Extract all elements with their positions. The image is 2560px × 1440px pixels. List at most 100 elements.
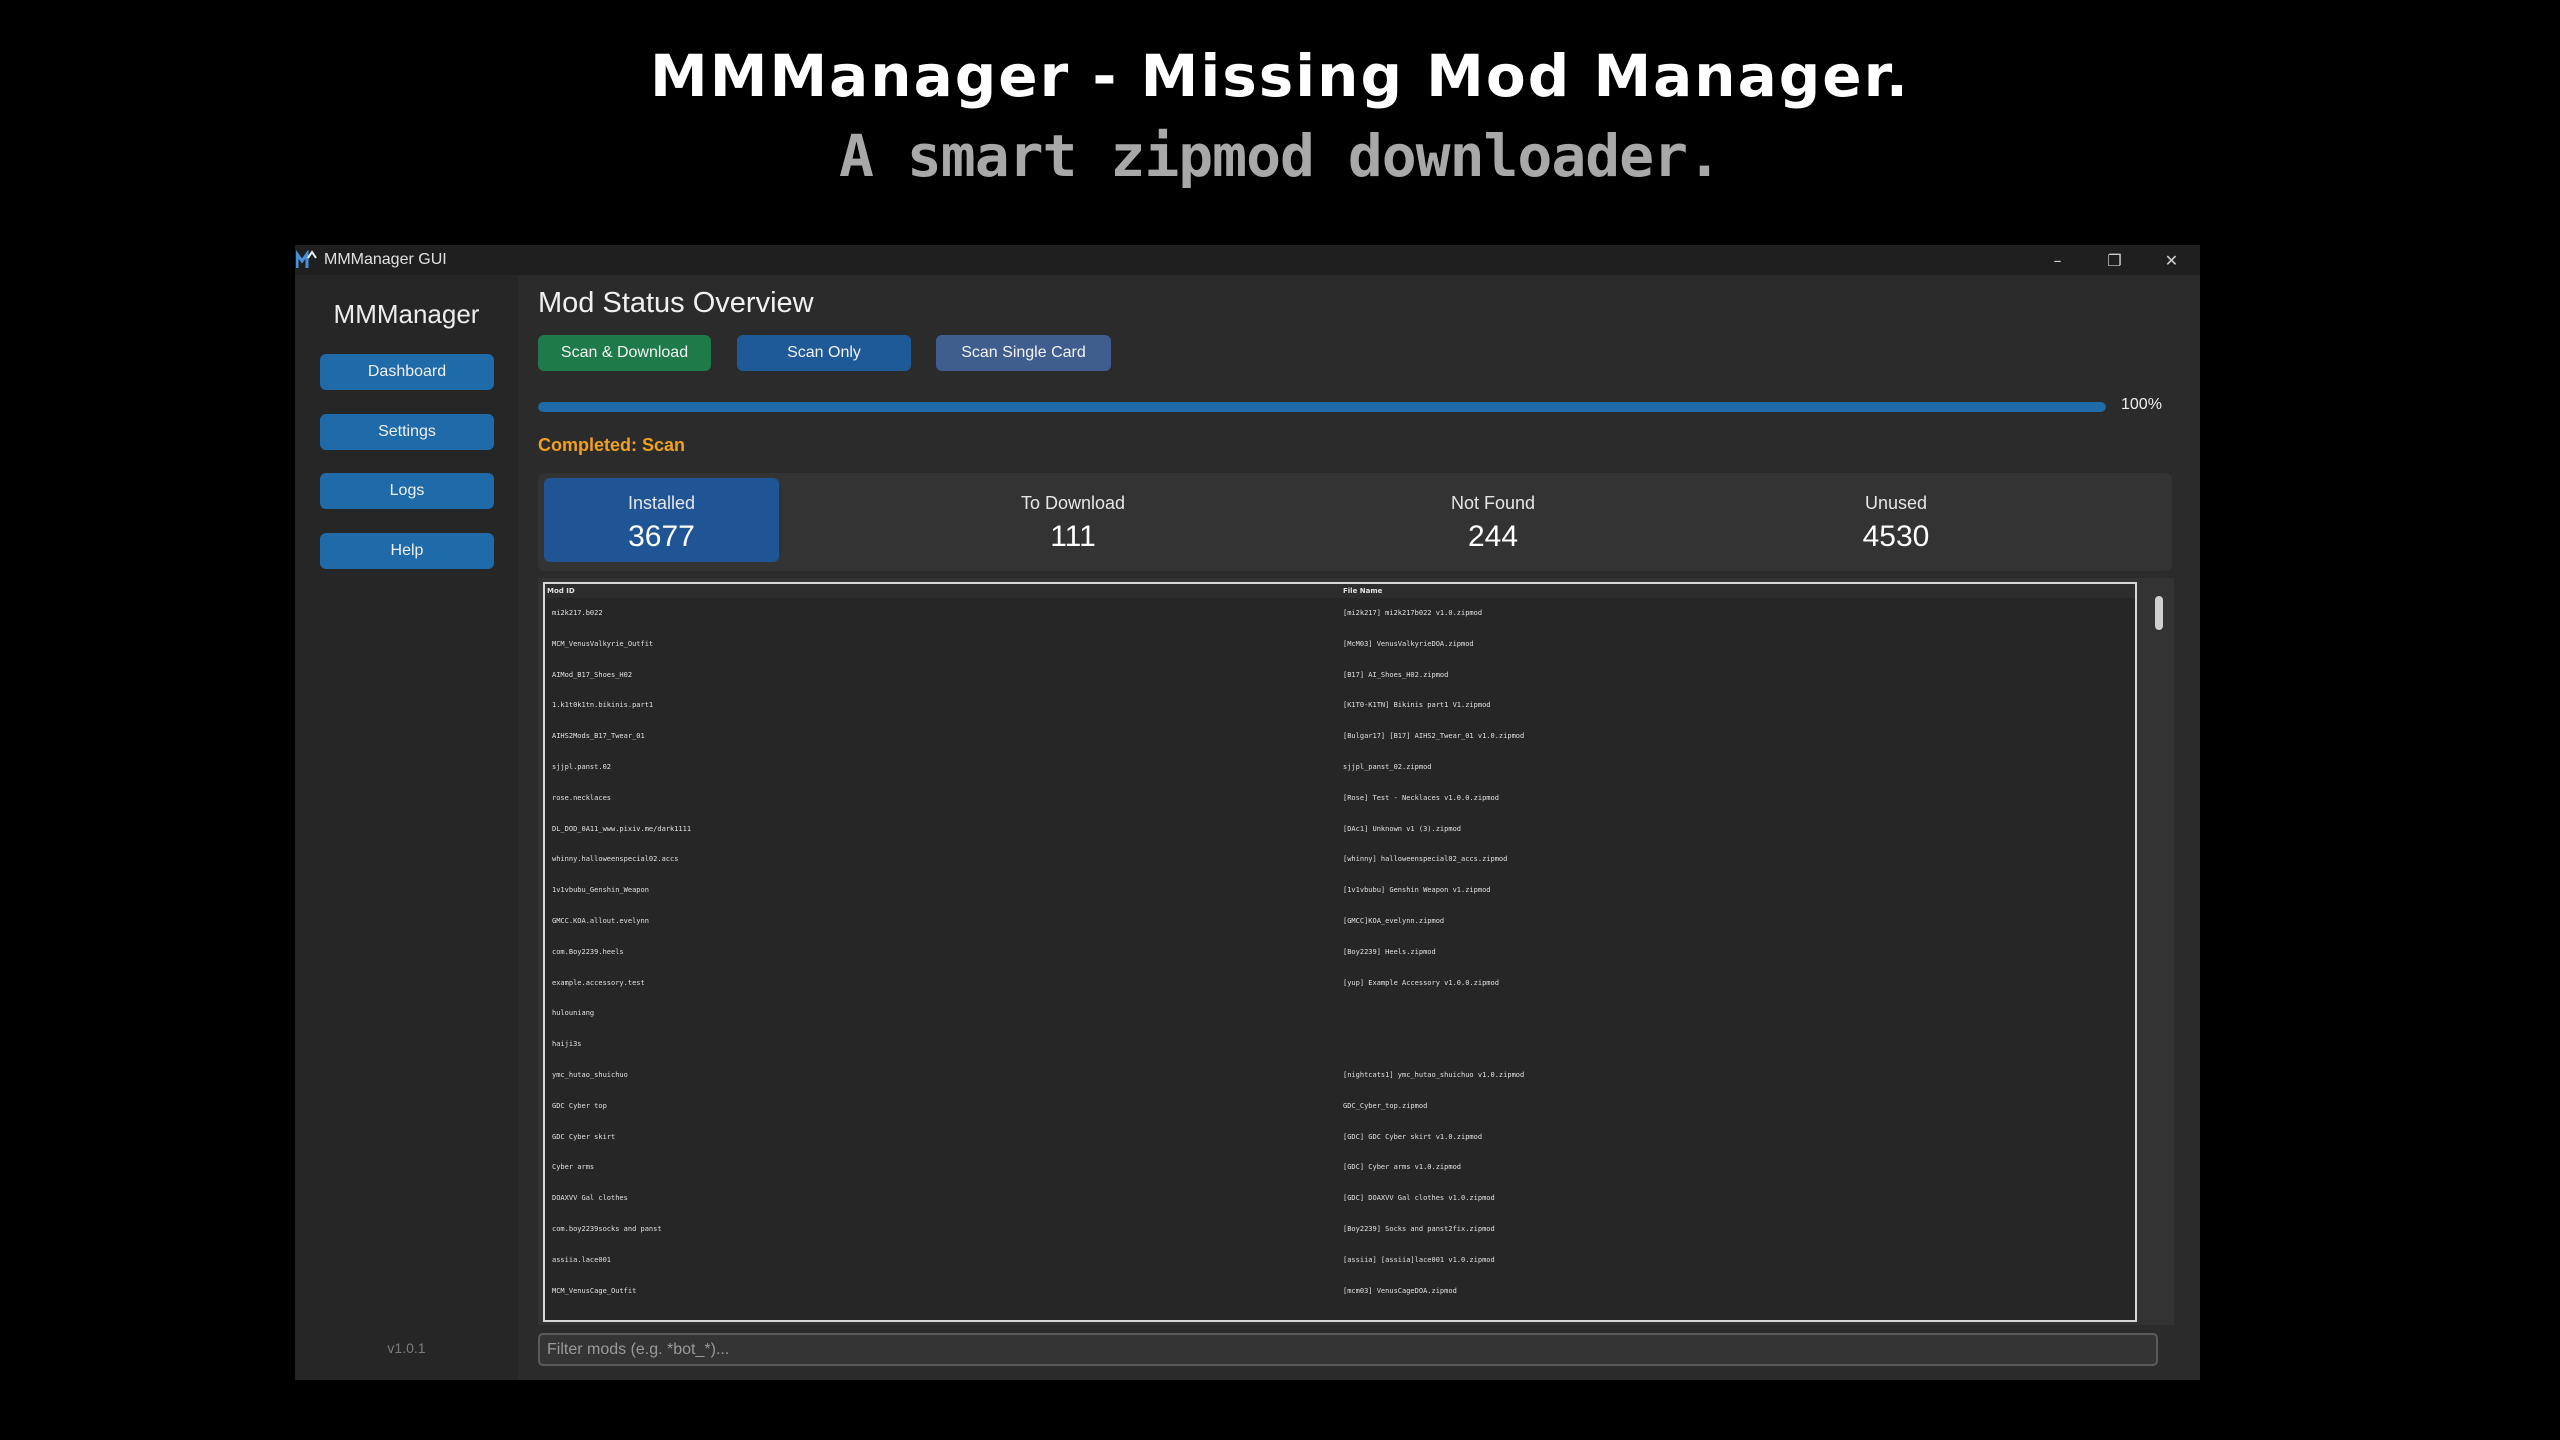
cell-mod-id: mi2k217.b022 (552, 609, 603, 617)
sidebar: MMManager Dashboard Settings Logs Help v… (295, 275, 518, 1380)
column-header-mod-id[interactable]: Mod ID (545, 584, 1343, 598)
cell-mod-id: hulouniang (552, 1009, 595, 1018)
table-row[interactable]: sjjpl.panst.02 sjjpl_panst_02.zipmod (545, 752, 2135, 783)
cell-mod-id: whinny.halloweenspecial02.accs (552, 855, 679, 864)
cell-file-name: [nightcats1] ymc_hutao_shuichuo v1.0.zip… (1343, 1070, 1525, 1079)
table-row[interactable]: 1v1vbubu_Genshin_Weapon [1v1vbubu] Genshi… (545, 875, 2135, 906)
cell-file-name: [GMCC]KOA_evelynn.zipmod (1343, 916, 1445, 925)
table-row[interactable]: com.Boy2239.heels [Boy2239] Heels.zipmod (545, 937, 2135, 968)
stat-value: 4530 (1862, 520, 1930, 553)
table-row[interactable]: com.boy2239socks and panst [Boy2239] Sock… (545, 1214, 2135, 1245)
sidebar-item-logs[interactable]: Logs (320, 473, 494, 509)
cell-mod-id: sjjpl.panst.02 (552, 762, 612, 771)
cell-file-name: [1v1vbubu] Genshin Weapon v1.zipmod (1343, 886, 1491, 895)
table-row[interactable]: hulouniang (545, 998, 2135, 1029)
app-window: MMManager GUI – ❐ ✕ MMManager Dashboard … (295, 245, 2200, 1380)
stat-to-download[interactable]: To Download 111 (948, 478, 1198, 562)
cell-mod-id: AIHS2Mods_B17_Twear_01 (552, 732, 645, 741)
title-bar[interactable]: MMManager GUI – ❐ ✕ (295, 245, 2200, 275)
sidebar-item-settings[interactable]: Settings (320, 414, 494, 450)
app-logo-icon (295, 249, 318, 270)
cell-file-name: [K1T0-K1TN] Bikinis part1 V1.zipmod (1343, 701, 1491, 710)
table-row[interactable]: mi2k217.b022 [mi2k217] mi2k217b022 v1.0.z… (545, 598, 2135, 629)
cell-file-name: [yup] Example Accessory v1.0.0.zipmod (1343, 978, 1499, 987)
cell-file-name: [Rose] Test - Necklaces v1.0.0.zipmod (1343, 793, 1499, 802)
stat-label: Installed (627, 493, 696, 513)
close-icon[interactable]: ✕ (2143, 245, 2200, 275)
table-row[interactable]: 1.k1t0k1tn.bikinis.part1 [K1T0-K1TN] Biki… (545, 690, 2135, 721)
cell-file-name: sjjpl_panst_02.zipmod (1343, 762, 1432, 771)
cell-mod-id: GDC Cyber top (552, 1101, 607, 1110)
table-row[interactable]: DL_DOD_0A11_www.pixiv.me/dark1111 [DAc1] … (545, 814, 2135, 845)
stat-unused[interactable]: Unused 4530 (1771, 478, 2021, 562)
scan-download-button[interactable]: Scan & Download (538, 335, 711, 371)
cell-file-name: [McM03] VenusValkyrieDOA.zipmod (1343, 639, 1474, 648)
table-row[interactable]: GMCC.KOA.allout.evelynn [GMCC]KOA_evelynn… (545, 906, 2135, 937)
cell-file-name: GDC_Cyber_top.zipmod (1343, 1101, 1428, 1110)
table-row[interactable]: example.accessory.test [yup] Example Acce… (545, 968, 2135, 999)
cell-file-name: [mi2k217] mi2k217b022 v1.0.zipmod (1343, 609, 1483, 617)
window-controls: – ❐ ✕ (2029, 245, 2200, 275)
stat-not-found[interactable]: Not Found 244 (1368, 478, 1618, 562)
table-row[interactable]: whinny.halloweenspecial02.accs [whinny] h… (545, 844, 2135, 875)
cell-file-name: [Bulgar17] [B17] AIHS2_Twear_01 v1.0.zip… (1343, 732, 1525, 741)
cell-file-name: [GDC] DOAXVV Gal clothes v1.0.zipmod (1343, 1194, 1495, 1203)
progress-fill (538, 402, 2106, 412)
stat-value: 111 (1050, 520, 1096, 553)
mod-table-container: Mod ID File Name mi2k217.b022 [mi2k217] m… (538, 578, 2174, 1325)
banner-subtitle: A smart zipmod downloader. (839, 122, 1722, 190)
cell-file-name: [DAc1] Unknown v1 (3).zipmod (1343, 824, 1462, 833)
status-message: Completed: Scan (538, 435, 686, 455)
cell-mod-id: com.Boy2239.heels (552, 947, 624, 956)
cell-mod-id: MCM_VenusCage_Outfit (552, 1286, 637, 1295)
restore-icon[interactable]: ❐ (2086, 245, 2143, 275)
promo-banner: MMManager - Missing Mod Manager. A smart… (0, 0, 2560, 245)
stats-panel: Installed 3677 To Download 111 Not Found… (538, 473, 2172, 571)
table-row[interactable]: assiia.lace001 [assiia] [assiia]lace001 v… (545, 1245, 2135, 1276)
table-row[interactable]: ymc_hutao_shuichuo [nightcats1] ymc_hutao… (545, 1060, 2135, 1091)
table-row[interactable]: AIMod_B17_Shoes_H02 [B17] AI_Shoes_H02.zi… (545, 660, 2135, 691)
table-row[interactable]: DOAXVV Gal clothes [GDC] DOAXVV Gal cloth… (545, 1183, 2135, 1214)
table-row[interactable]: MCM_VenusCage_Outfit [mcm03] VenusCageDOA… (545, 1276, 2135, 1307)
cell-file-name (1343, 998, 2135, 1029)
table-body: mi2k217.b022 [mi2k217] mi2k217b022 v1.0.z… (545, 598, 2135, 1306)
minimize-icon[interactable]: – (2029, 245, 2086, 275)
filter-input[interactable] (538, 1333, 2158, 1366)
stat-label: Unused (1864, 493, 1928, 513)
cell-file-name: [assiia] [assiia]lace001 v1.0.zipmod (1343, 1255, 1495, 1264)
table-row[interactable]: Cyber arms [GDC] Cyber arms v1.0.zipmod (545, 1152, 2135, 1183)
stat-label: Not Found (1450, 493, 1536, 513)
scroll-thumb[interactable] (2155, 596, 2163, 630)
table-row[interactable]: GDC Cyber top GDC_Cyber_top.zipmod (545, 1091, 2135, 1122)
cell-mod-id: com.boy2239socks and panst (552, 1224, 662, 1233)
window-title: MMManager GUI (324, 251, 447, 268)
table-row[interactable]: GDC Cyber skirt [GDC] GDC Cyber skirt v1.… (545, 1122, 2135, 1153)
table-row[interactable]: MCM_VenusValkyrie_Outfit [McM03] VenusVal… (545, 629, 2135, 660)
scan-single-card-button[interactable]: Scan Single Card (936, 335, 1111, 371)
stat-installed[interactable]: Installed 3677 (544, 478, 779, 562)
sidebar-item-dashboard[interactable]: Dashboard (320, 354, 494, 390)
cell-mod-id: GDC Cyber skirt (552, 1132, 616, 1141)
cell-mod-id: MCM_VenusValkyrie_Outfit (552, 639, 654, 648)
table-row[interactable]: rose.necklaces [Rose] Test - Necklaces v1… (545, 783, 2135, 814)
cell-mod-id: 1v1vbubu_Genshin_Weapon (552, 886, 649, 895)
cell-mod-id: example.accessory.test (552, 978, 645, 987)
sidebar-item-help[interactable]: Help (320, 533, 494, 569)
cell-mod-id: assiia.lace001 (552, 1255, 612, 1264)
table-scrollbar[interactable] (2152, 582, 2166, 1322)
column-header-file-name[interactable]: File Name (1343, 584, 2135, 598)
table-row[interactable]: AIHS2Mods_B17_Twear_01 [Bulgar17] [B17] A… (545, 721, 2135, 752)
banner-title: MMManager - Missing Mod Manager. (650, 42, 1910, 110)
cell-mod-id: haiji3s (552, 1040, 582, 1049)
cell-mod-id: Cyber arms (552, 1163, 595, 1172)
cell-mod-id: DOAXVV Gal clothes (552, 1194, 628, 1203)
cell-mod-id: ymc_hutao_shuichuo (552, 1070, 628, 1079)
scan-only-button[interactable]: Scan Only (737, 335, 911, 371)
table-row[interactable]: haiji3s (545, 1029, 2135, 1060)
table-header: Mod ID File Name (545, 584, 2135, 598)
mod-table: Mod ID File Name mi2k217.b022 [mi2k217] m… (543, 582, 2137, 1322)
cell-file-name: [B17] AI_Shoes_H02.zipmod (1343, 670, 1449, 679)
cell-file-name: [GDC] Cyber arms v1.0.zipmod (1343, 1163, 1462, 1172)
main-panel: Mod Status Overview Scan & Download Scan… (518, 275, 2200, 1380)
stat-value: 244 (1467, 520, 1519, 553)
